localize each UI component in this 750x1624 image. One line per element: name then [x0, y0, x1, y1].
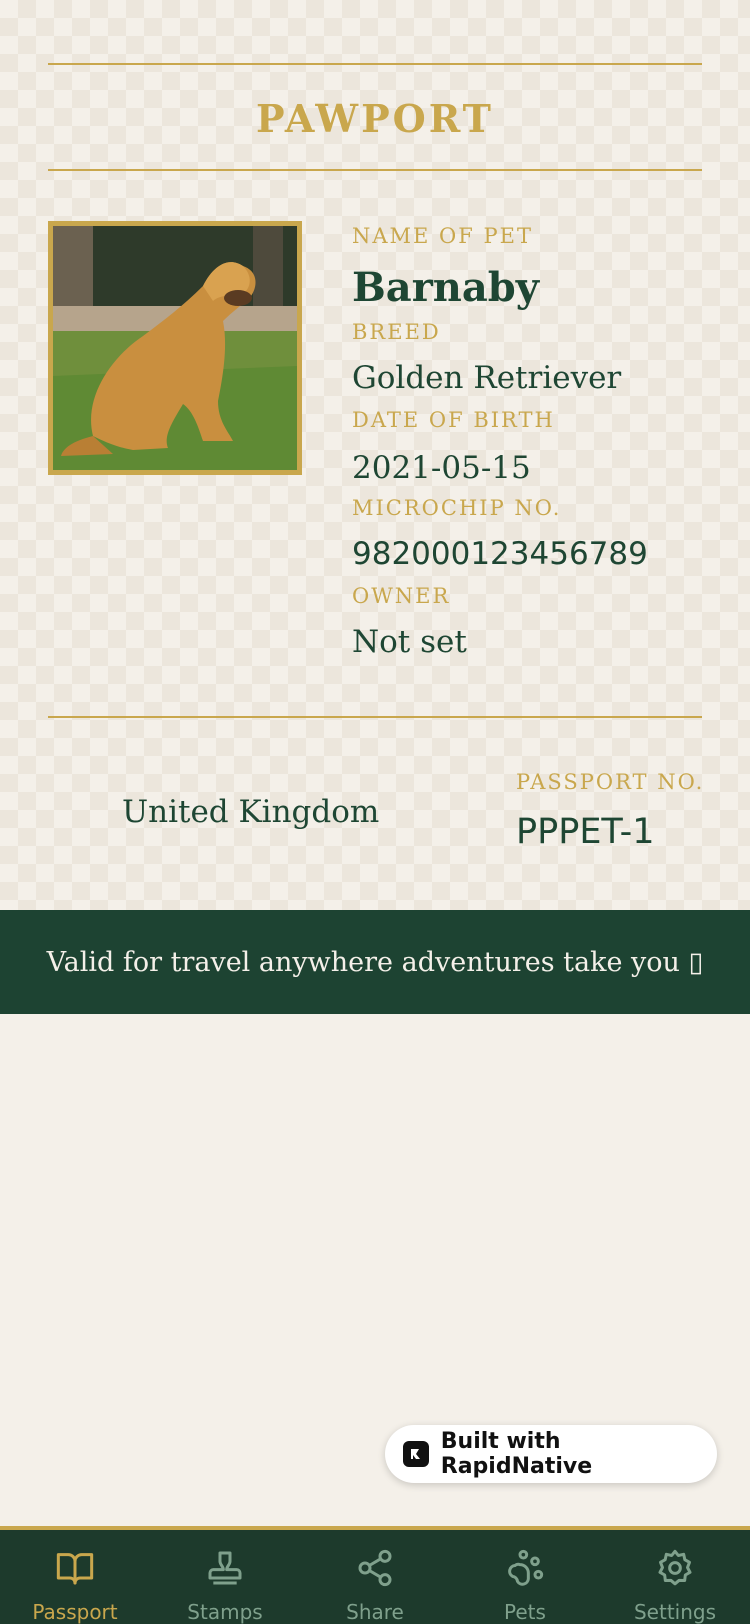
- passport-number-label: PASSPORT NO.: [516, 770, 705, 794]
- app-title: PAWPORT: [256, 96, 494, 141]
- paw-icon: [508, 1549, 544, 1586]
- dob-label: DATE OF BIRTH: [352, 408, 555, 432]
- title-divider: [48, 169, 702, 171]
- tab-pets[interactable]: Pets: [450, 1530, 600, 1624]
- dog-photo-image: [53, 226, 297, 470]
- pet-name: Barnaby: [352, 264, 540, 311]
- microchip-label: MICROCHIP NO.: [352, 496, 562, 520]
- book-open-icon: [56, 1553, 94, 1585]
- rapidnative-logo-icon: [403, 1441, 429, 1467]
- pet-name-label: NAME OF PET: [352, 224, 533, 248]
- microchip-value: 982000123456789: [352, 536, 648, 572]
- owner-label: OWNER: [352, 584, 451, 608]
- tab-share-label: Share: [346, 1600, 404, 1624]
- details-divider: [48, 716, 702, 718]
- rapidnative-badge[interactable]: Built with RapidNative: [385, 1425, 717, 1483]
- tab-stamps-label: Stamps: [187, 1600, 263, 1624]
- breed-label: BREED: [352, 320, 441, 344]
- gear-icon: [658, 1549, 692, 1586]
- top-divider: [48, 63, 702, 65]
- tab-settings[interactable]: Settings: [600, 1530, 750, 1624]
- pet-photo[interactable]: [48, 221, 302, 475]
- share-icon: [358, 1549, 392, 1587]
- dob-value: 2021-05-15: [352, 450, 531, 486]
- tab-passport[interactable]: Passport: [0, 1530, 150, 1624]
- passport-number-value: PPPET-1: [516, 812, 655, 852]
- owner-value: Not set: [352, 624, 467, 660]
- badge-text: Built with RapidNative: [440, 1429, 593, 1479]
- banner-text: Valid for travel anywhere adventures tak…: [46, 946, 704, 978]
- travel-banner: Valid for travel anywhere adventures tak…: [0, 910, 750, 1014]
- country-value: United Kingdom: [122, 794, 380, 830]
- tab-share[interactable]: Share: [300, 1530, 450, 1624]
- passport-card: PAWPORT NAME OF PET Barnaby BREED Golden…: [0, 0, 750, 910]
- breed-value: Golden Retriever: [352, 360, 622, 396]
- tab-settings-label: Settings: [633, 1600, 717, 1624]
- tab-pets-label: Pets: [504, 1600, 546, 1624]
- bottom-tab-bar: Passport Stamps Share Pets Settings: [0, 1526, 750, 1624]
- stamp-icon: [208, 1551, 242, 1585]
- tab-stamps[interactable]: Stamps: [150, 1530, 300, 1624]
- tab-passport-label: Passport: [32, 1600, 118, 1624]
